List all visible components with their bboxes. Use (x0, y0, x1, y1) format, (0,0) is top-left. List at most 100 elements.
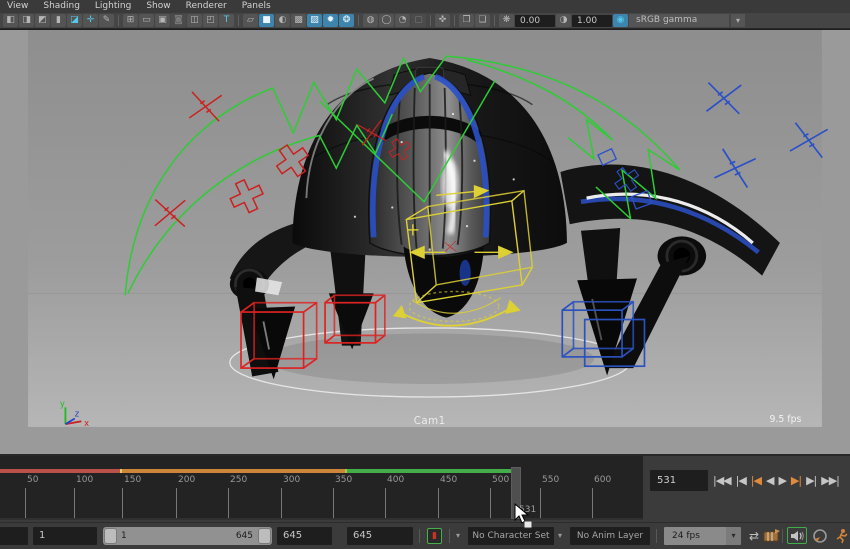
xray-joints-icon[interactable]: ◔ (395, 14, 410, 27)
animation-end-field[interactable]: 645 (347, 527, 413, 545)
character-set-arrow-icon[interactable]: ▾ (456, 527, 460, 545)
color-management-icon[interactable]: ◉ (613, 14, 628, 27)
step-forward-frame-button[interactable]: ▶| (804, 474, 818, 487)
range-end-label: 645 (236, 527, 253, 545)
timeline-tick: 150 (122, 475, 152, 519)
plugin-shading-icon[interactable]: ▢ (411, 14, 426, 27)
step-back-key-button[interactable]: |◀ (749, 474, 763, 487)
range-start-label: 1 (121, 527, 127, 545)
character-set-dropdown[interactable]: No Character Set (468, 527, 554, 545)
paste-view-icon[interactable]: ❏ (475, 14, 490, 27)
step-back-frame-button[interactable]: |◀ (734, 474, 748, 487)
grid-icon[interactable]: ⊞ (123, 14, 138, 27)
menu-renderer[interactable]: Renderer (186, 0, 227, 13)
image-plane-icon[interactable]: ◪ (67, 14, 82, 27)
timeline-tick: 550 (540, 475, 570, 519)
xray-icon[interactable]: ◯ (379, 14, 394, 27)
timeline-tick: 50 (25, 475, 55, 519)
timeline-track[interactable]: 50 100 150 200 250 3 (0, 456, 643, 520)
go-to-start-button[interactable]: |◀◀ (711, 474, 733, 487)
anim-layer-dropdown[interactable]: No Anim Layer (570, 527, 650, 545)
anim-layer-arrow-icon[interactable]: ▾ (558, 527, 562, 545)
menu-shading[interactable]: Shading (43, 0, 80, 13)
timeline-bookmark-button[interactable]: ▮ (427, 528, 442, 544)
axis-x-label: x (84, 418, 89, 428)
viewport-3d[interactable]: y x z Cam1 9.5 fps (0, 29, 850, 456)
playback-start-field[interactable]: 1 (33, 527, 97, 545)
contrast-icon[interactable]: ◑ (556, 14, 571, 27)
camera-name-label: Cam1 (414, 415, 446, 427)
step-forward-key-button[interactable]: ▶| (789, 474, 803, 487)
play-backwards-button[interactable]: ◀ (764, 474, 775, 487)
toolbar-separator (358, 15, 359, 26)
exposure-icon[interactable]: ❋ (499, 14, 514, 27)
exposure-field[interactable]: 0.00 (515, 15, 555, 27)
separator (449, 529, 450, 543)
menu-view[interactable]: View (7, 0, 28, 13)
toolbar-separator (454, 15, 455, 26)
current-frame-field[interactable]: 531 (650, 470, 708, 491)
timeline-tick: 600 (592, 475, 622, 519)
playback-end-field[interactable]: 645 (277, 527, 332, 545)
playback-speed-dropdown[interactable]: 24 fps (664, 527, 726, 545)
film-gate-icon[interactable]: ▭ (139, 14, 154, 27)
separator (782, 529, 783, 543)
playback-loop-button[interactable]: ⇄ (746, 527, 762, 545)
material-display-icon[interactable]: ◐ (275, 14, 290, 27)
shadows-display-icon[interactable]: ❂ (339, 14, 354, 27)
timeline-tick: 450 (438, 475, 468, 519)
grease-pencil-icon[interactable]: ✎ (99, 14, 114, 27)
range-start-handle[interactable] (104, 528, 117, 544)
time-editor-button[interactable] (763, 528, 781, 547)
wireframe-display-icon[interactable]: ▱ (243, 14, 258, 27)
copy-view-icon[interactable]: ❐ (459, 14, 474, 27)
audio-toggle-button[interactable] (787, 527, 807, 544)
bookmark-icon[interactable]: ▮ (51, 14, 66, 27)
safe-title-icon[interactable]: T (219, 14, 234, 27)
colorspace-arrow-icon[interactable]: ▾ (730, 14, 745, 27)
timeline-tick: 100 (74, 475, 104, 519)
playback-range-slider[interactable]: 1 645 (103, 527, 272, 545)
auto-key-button[interactable] (812, 528, 828, 548)
fps-counter: 9.5 fps (769, 414, 801, 425)
colorspace-dropdown[interactable]: sRGB gamma (629, 14, 729, 27)
lighting-display-icon[interactable]: ✹ (323, 14, 338, 27)
play-forward-button[interactable]: ▶ (776, 474, 787, 487)
animation-preferences-button[interactable] (834, 528, 849, 548)
go-to-end-button[interactable]: ▶▶| (819, 474, 841, 487)
cache-segment-orange (122, 469, 345, 473)
menu-lighting[interactable]: Lighting (95, 0, 131, 13)
select-camera-icon[interactable]: ◧ (3, 14, 18, 27)
axis-y-label: y (60, 398, 65, 408)
gamma-field[interactable]: 1.00 (572, 15, 612, 27)
timeline-tick: 300 (281, 475, 311, 519)
toolbar-separator (494, 15, 495, 26)
lock-camera-icon[interactable]: ◨ (19, 14, 34, 27)
isolate-select-icon[interactable]: ✜ (435, 14, 450, 27)
viewport-scene: y x z Cam1 9.5 fps (0, 30, 850, 454)
menu-panels[interactable]: Panels (242, 0, 271, 13)
pan-zoom-icon[interactable]: ✛ (83, 14, 98, 27)
range-end-handle[interactable] (258, 528, 271, 544)
resolution-gate-icon[interactable]: ▣ (155, 14, 170, 27)
viewport-toolbar: ◧◨◩▮◪✛✎ ⊞▭▣◙◫◰T ▱■◐▩▨✹❂ ◍◯◔▢ ✜ ❐❏ ❋0.00◑1.00◉s… (0, 13, 850, 29)
textured-display-icon[interactable]: ▩ (291, 14, 306, 27)
safe-action-icon[interactable]: ◰ (203, 14, 218, 27)
timeline-tick: 350 (333, 475, 363, 519)
playback-speed-arrow-icon[interactable]: ▾ (726, 527, 741, 545)
cache-segment-red (0, 469, 120, 473)
menu-show[interactable]: Show (146, 0, 170, 13)
toolbar-separator (118, 15, 119, 26)
camera-attributes-icon[interactable]: ◩ (35, 14, 50, 27)
cache-segment-green (347, 469, 511, 473)
gate-mask-icon[interactable]: ◙ (171, 14, 186, 27)
timeline-tick: 200 (176, 475, 206, 519)
maya-viewport-window: View Shading Lighting Show Renderer Panels ◧◨… (0, 0, 850, 549)
checkered-display-icon[interactable]: ▨ (307, 14, 322, 27)
shaded-display-icon[interactable]: ■ (259, 14, 274, 27)
animation-start-field[interactable] (0, 527, 28, 545)
field-chart-icon[interactable]: ◫ (187, 14, 202, 27)
separator (419, 529, 420, 543)
exposure-sphere-icon[interactable]: ◍ (363, 14, 378, 27)
playback-controls: |◀◀|◀|◀◀▶▶|▶|▶▶| (711, 470, 841, 490)
